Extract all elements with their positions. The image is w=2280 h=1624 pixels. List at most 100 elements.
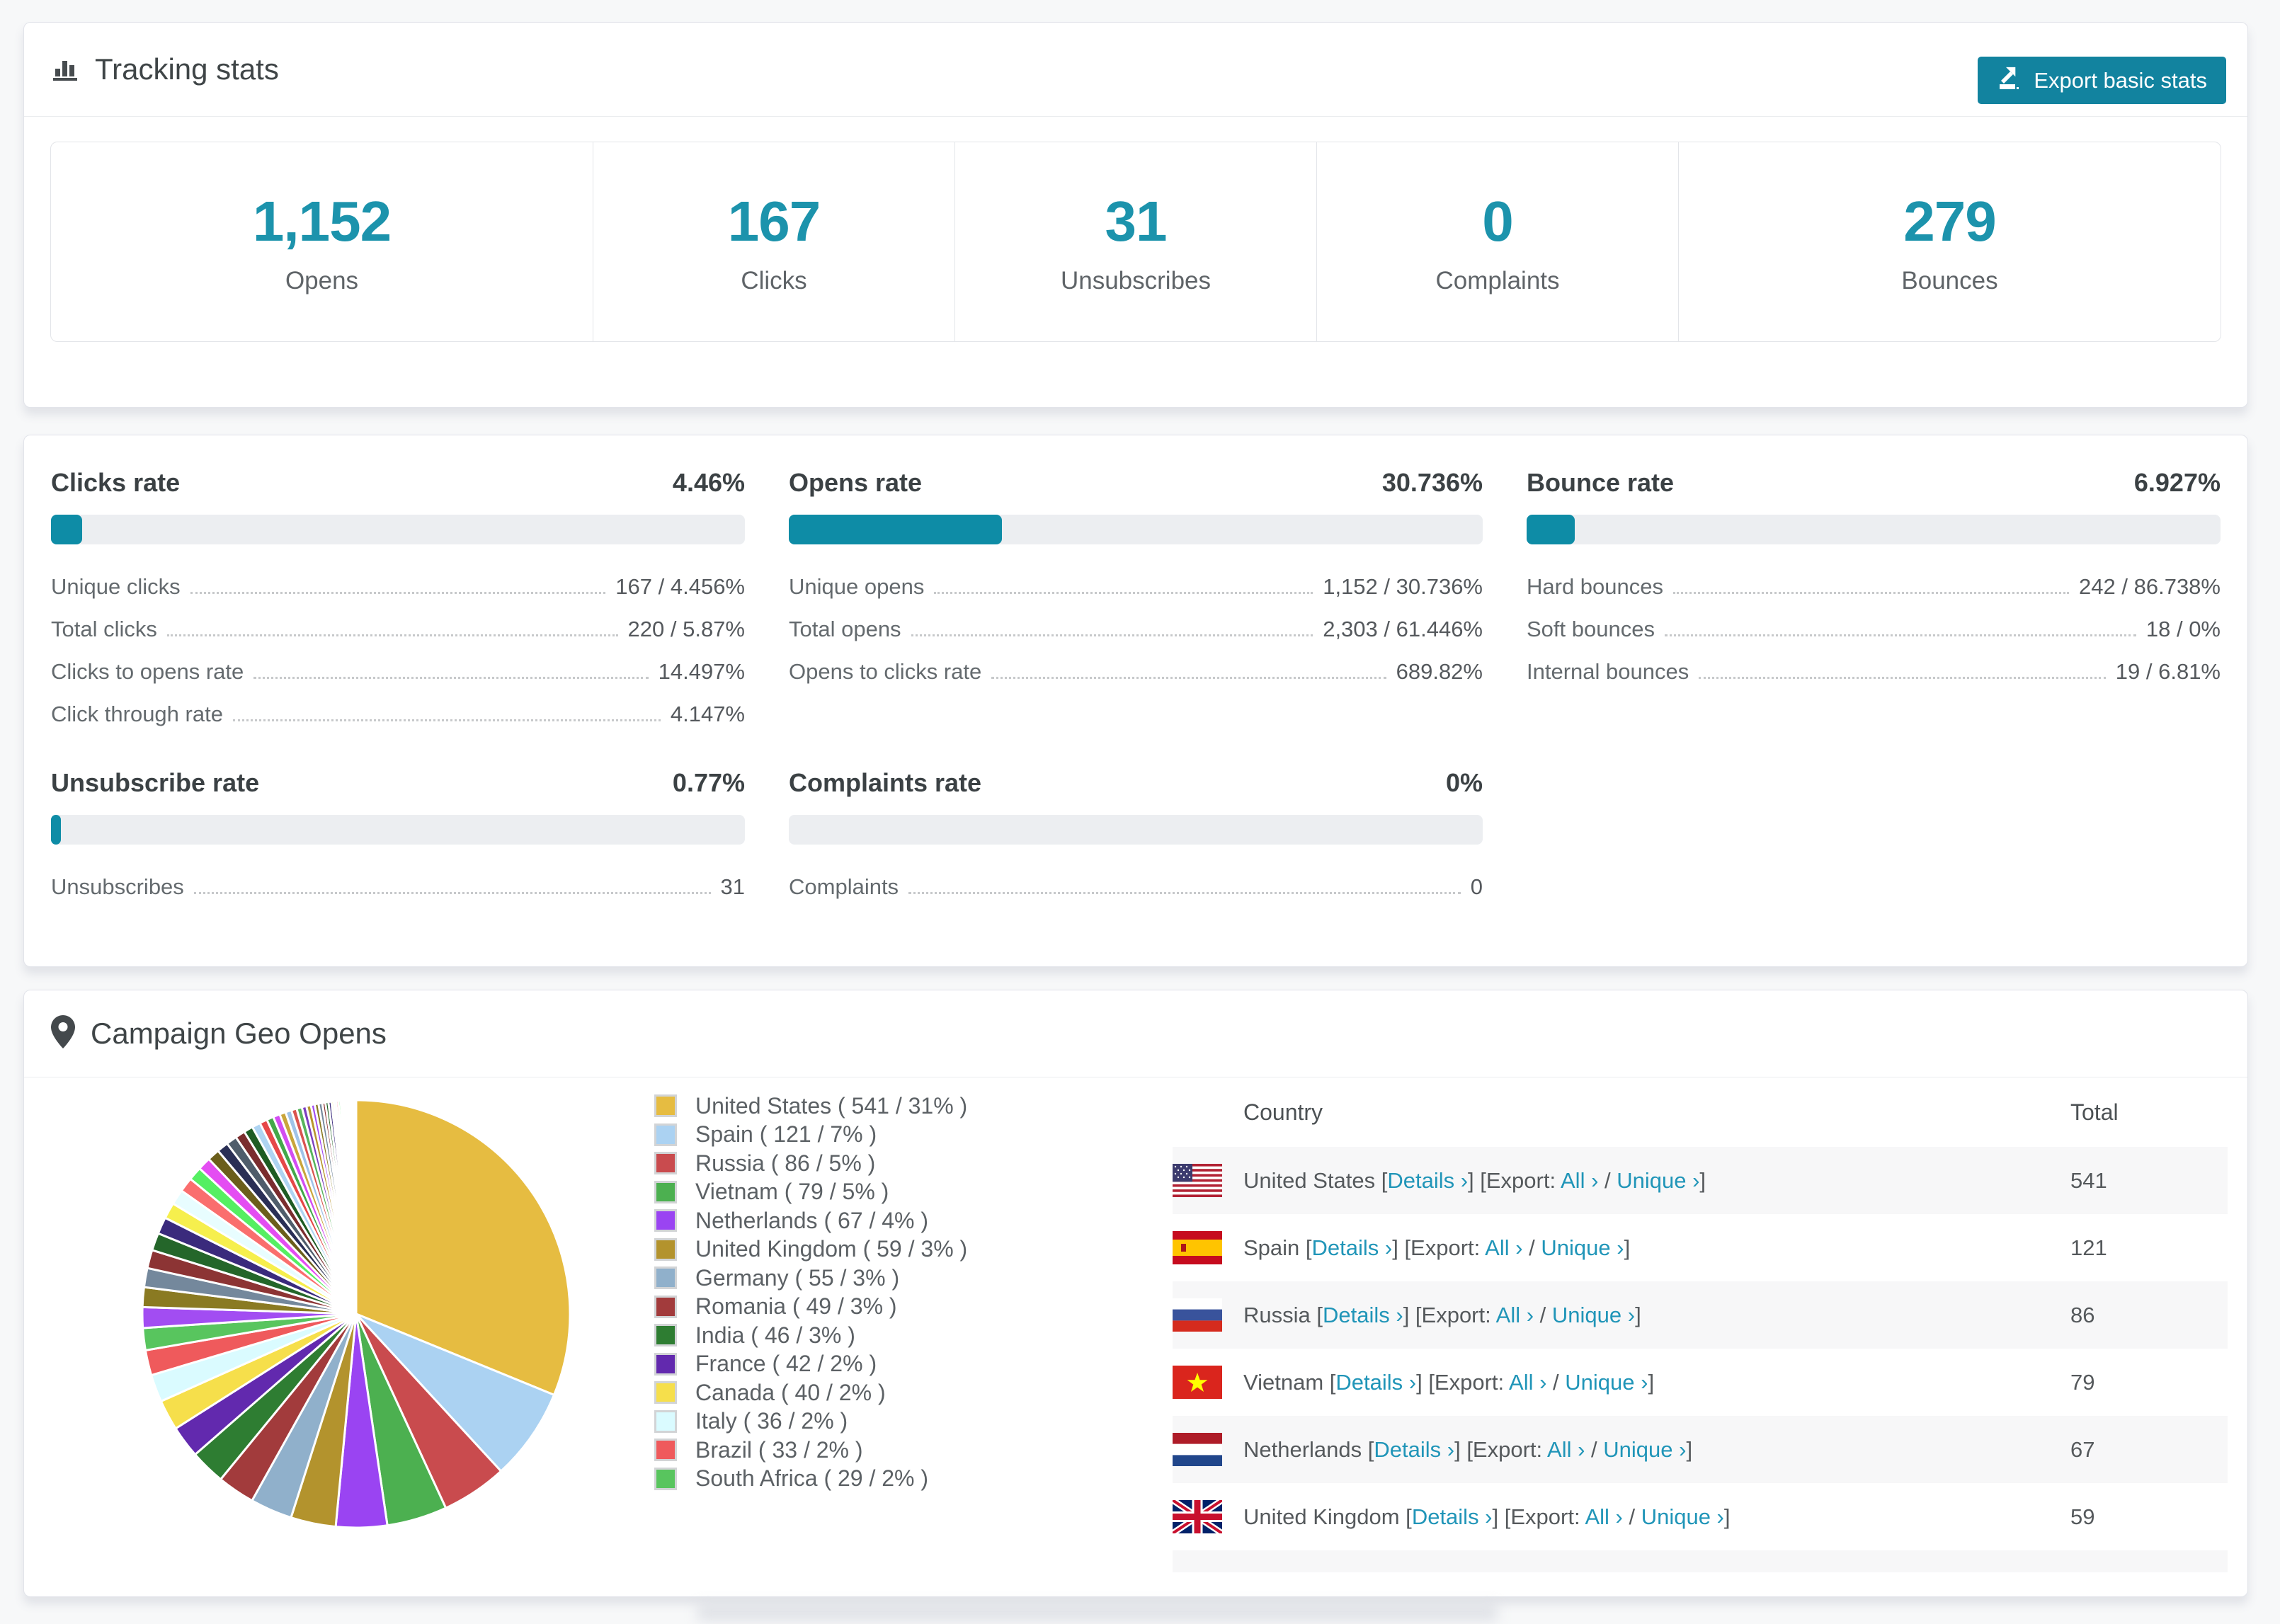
rate-stat-value: 14.497%	[658, 659, 745, 684]
legend-item-vietnam: Vietnam ( 79 / 5% )	[654, 1178, 967, 1207]
export-unique-link[interactable]: Unique ›	[1541, 1235, 1624, 1260]
page-title: Tracking stats	[95, 52, 279, 86]
details-link[interactable]: Details ›	[1323, 1303, 1403, 1327]
export-all-link[interactable]: All ›	[1496, 1303, 1534, 1327]
rates-card: Clicks rate 4.46% Unique clicks 167 / 4.456…	[23, 435, 2248, 967]
rate-progress-fill	[51, 815, 61, 845]
export-label-text: ] [Export:	[1454, 1436, 1548, 1462]
export-all-link[interactable]: All ›	[1509, 1370, 1546, 1395]
rate-stat-label: Complaints	[789, 874, 899, 899]
legend-label: Germany ( 55 / 3% )	[695, 1264, 900, 1291]
rate-value: 0%	[1445, 768, 1483, 797]
dotted-leader	[190, 592, 606, 594]
total-cell: 79	[2070, 1369, 2095, 1395]
rate-stat-label: Opens to clicks rate	[789, 659, 982, 684]
export-all-link[interactable]: All ›	[1547, 1437, 1585, 1462]
tracking-stats-card: Tracking stats Export basic stats 1,152 O…	[23, 22, 2248, 408]
legend-item-brazil: Brazil ( 33 / 2% )	[654, 1436, 967, 1465]
link-separator: /	[1622, 1504, 1641, 1529]
rate-title: Clicks rate	[51, 468, 181, 497]
country-name: United Kingdom [	[1243, 1504, 1412, 1529]
rate-stat-label: Clicks to opens rate	[51, 659, 244, 684]
details-link[interactable]: Details ›	[1335, 1370, 1416, 1395]
export-unique-link[interactable]: Unique ›	[1552, 1303, 1635, 1327]
bar-chart-icon	[51, 54, 79, 86]
total-cell: 86	[2070, 1302, 2095, 1327]
legend-label: Italy ( 36 / 2% )	[695, 1408, 848, 1434]
legend-label: United Kingdom ( 59 / 3% )	[695, 1236, 968, 1262]
export-unique-link[interactable]: Unique ›	[1617, 1168, 1699, 1193]
legend-swatch	[654, 1439, 677, 1462]
flag-icon-us	[1173, 1164, 1222, 1197]
stat-label: Complaints	[1435, 266, 1560, 295]
rate-stat-value: 167 / 4.456%	[615, 574, 745, 599]
details-link[interactable]: Details ›	[1312, 1235, 1393, 1260]
rate-block-header: Unsubscribe rate 0.77%	[51, 768, 745, 798]
pie-slice-other-63[interactable]	[354, 1099, 358, 1315]
export-all-link[interactable]: All ›	[1585, 1504, 1622, 1529]
rate-stat-row: Hard bounces 242 / 86.738%	[1527, 561, 2221, 604]
dotted-leader	[934, 592, 1313, 594]
country-name: Russia [	[1243, 1302, 1323, 1327]
flag-icon-es	[1173, 1231, 1222, 1264]
export-unique-link[interactable]: Unique ›	[1565, 1370, 1648, 1395]
legend-item-germany: Germany ( 55 / 3% )	[654, 1264, 967, 1293]
geo-opens-pie-chart[interactable]	[121, 1079, 591, 1549]
legend-swatch	[654, 1409, 677, 1433]
flag-icon-nl	[1173, 1433, 1222, 1466]
export-unique-link[interactable]: Unique ›	[1641, 1504, 1724, 1529]
country-name: Spain [	[1243, 1235, 1312, 1260]
geo-opens-header: Campaign Geo Opens	[24, 990, 2247, 1077]
table-row-spain: Spain [Details ›] [Export: All › / Uniqu…	[1173, 1214, 2228, 1281]
rate-stat-row: Opens to clicks rate 689.82%	[789, 646, 1483, 689]
rate-stat-value: 31	[720, 874, 745, 899]
export-unique-link[interactable]: Unique ›	[1603, 1437, 1686, 1462]
legend-item-canada: Canada ( 40 / 2% )	[654, 1378, 967, 1407]
country-cell: United States [Details ›] [Export: All ›…	[1222, 1168, 2070, 1194]
details-link[interactable]: Details ›	[1412, 1504, 1493, 1529]
legend-swatch	[654, 1324, 677, 1347]
dotted-leader	[193, 892, 711, 894]
stat-cell-complaints: 0 Complaints	[1317, 142, 1679, 341]
stat-value: 167	[727, 189, 821, 253]
export-icon	[1997, 65, 2022, 96]
legend-item-spain: Spain ( 121 / 7% )	[654, 1121, 967, 1150]
rate-stat-row: Click through rate 4.147%	[51, 689, 745, 731]
legend-item-italy: Italy ( 36 / 2% )	[654, 1407, 967, 1436]
country-cell: Netherlands [Details ›] [Export: All › /…	[1222, 1437, 2070, 1463]
table-row-russia: Russia [Details ›] [Export: All › / Uniq…	[1173, 1281, 2228, 1349]
geo-country-table: Country Total United States [Details ›] …	[1173, 1077, 2228, 1572]
export-all-link[interactable]: All ›	[1561, 1168, 1598, 1193]
rate-block-clicks-rate: Clicks rate 4.46% Unique clicks 167 / 4.456…	[51, 468, 745, 731]
table-header-row: Country Total	[1173, 1077, 2228, 1147]
table-row-united-kingdom: United Kingdom [Details ›] [Export: All …	[1173, 1483, 2228, 1550]
export-label-text: ] [Export:	[1416, 1369, 1510, 1395]
link-separator: /	[1585, 1436, 1604, 1462]
rate-stat-label: Soft bounces	[1527, 617, 1655, 641]
details-link[interactable]: Details ›	[1374, 1437, 1454, 1462]
closing-bracket: ]	[1635, 1302, 1641, 1327]
rate-stat-row: Total opens 2,303 / 61.446%	[789, 604, 1483, 646]
rate-progress-fill	[789, 515, 1003, 544]
dotted-leader	[253, 677, 649, 679]
rate-title: Bounce rate	[1527, 468, 1675, 497]
rate-stat-value: 242 / 86.738%	[2079, 574, 2221, 599]
rate-stat-rows: Complaints 0	[789, 862, 1483, 904]
legend-swatch	[654, 1266, 677, 1290]
country-cell: Russia [Details ›] [Export: All › / Uniq…	[1222, 1303, 2070, 1328]
header-divider	[24, 116, 2247, 117]
rate-stat-label: Unique opens	[789, 574, 925, 599]
rate-stat-value: 18 / 0%	[2145, 617, 2221, 641]
export-all-link[interactable]: All ›	[1485, 1235, 1522, 1260]
rate-progress-track	[1527, 515, 2221, 544]
rate-block-header: Opens rate 30.736%	[789, 468, 1483, 498]
flag-icon-gb	[1173, 1500, 1222, 1533]
table-row-united-states: United States [Details ›] [Export: All ›…	[1173, 1147, 2228, 1214]
legend-item-france: France ( 42 / 2% )	[654, 1350, 967, 1379]
rate-stat-rows: Hard bounces 242 / 86.738% Soft bounces 18 …	[1527, 561, 2221, 689]
rate-stat-value: 689.82%	[1396, 659, 1483, 684]
table-row-inner	[1173, 1567, 2228, 1572]
export-basic-stats-button[interactable]: Export basic stats	[1978, 57, 2226, 104]
details-link[interactable]: Details ›	[1387, 1168, 1468, 1193]
rate-stat-value: 1,152 / 30.736%	[1323, 574, 1483, 599]
